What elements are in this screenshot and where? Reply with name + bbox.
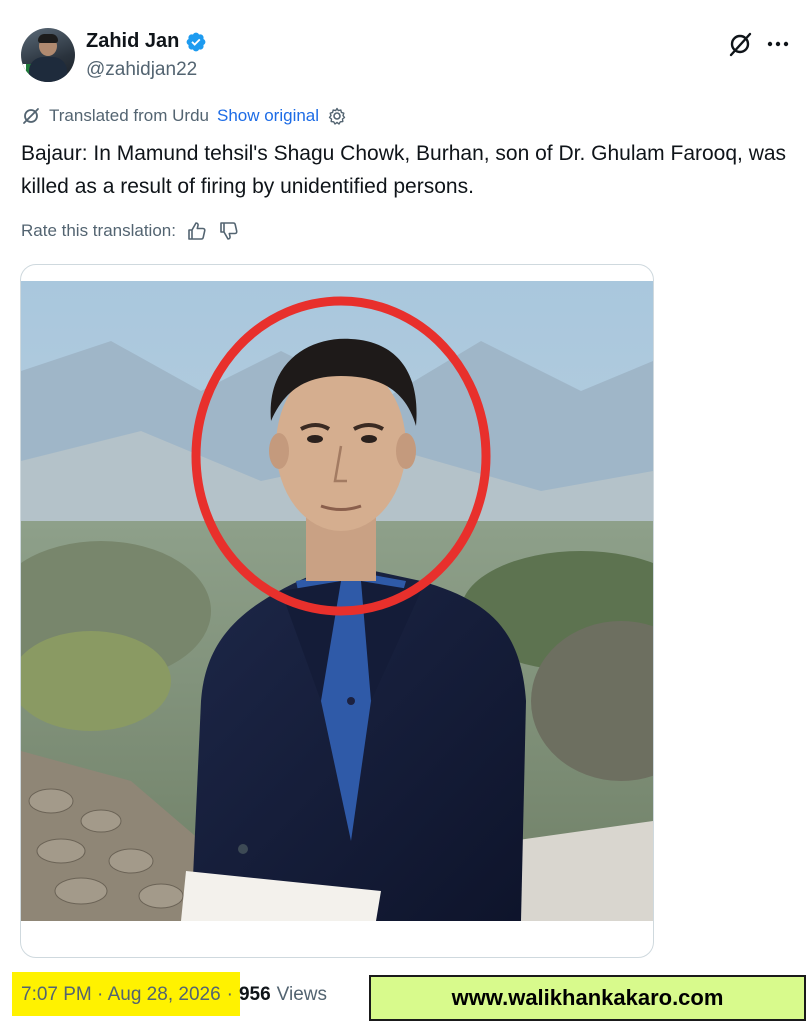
meta-separator: · [226, 984, 233, 1005]
rate-translation-label: Rate this translation: [21, 221, 176, 240]
tweet-meta-row: 7:07 PM · Aug 28, 2026 · 956 Views [21, 984, 327, 1006]
watermark-text: www.walikhankakaro.com [451, 985, 724, 1010]
watermark-banner: www.walikhankakaro.com [369, 975, 806, 1021]
author-name-row: Zahid Jan [86, 30, 207, 53]
show-original-link[interactable]: Show original [217, 106, 319, 126]
grok-translate-icon [23, 108, 39, 124]
views-label: Views [276, 984, 328, 1005]
author-display-name[interactable]: Zahid Jan [86, 30, 179, 53]
tweet-media-card[interactable] [20, 264, 654, 958]
tweet-text: Bajaur: In Mamund tehsil's Shagu Chowk, … [21, 142, 787, 198]
thumbs-up-icon[interactable] [186, 220, 208, 242]
translated-from-label: Translated from Urdu [49, 106, 209, 125]
tweet-timestamp[interactable]: 7:07 PM · Aug 28, 2026 [21, 984, 221, 1006]
rate-translation-row: Rate this translation: [21, 220, 240, 242]
translation-bar: Translated from Urdu Show original [21, 106, 347, 126]
views-count: 956 [238, 984, 271, 1005]
gear-icon[interactable] [327, 106, 347, 126]
thumbs-down-icon[interactable] [218, 220, 240, 242]
grok-icon[interactable] [726, 30, 754, 58]
tweet-photo[interactable] [21, 281, 653, 921]
author-handle[interactable]: @zahidjan22 [86, 59, 197, 81]
verified-badge-icon [186, 32, 206, 51]
more-icon[interactable] [764, 30, 792, 58]
author-avatar[interactable] [21, 28, 75, 82]
